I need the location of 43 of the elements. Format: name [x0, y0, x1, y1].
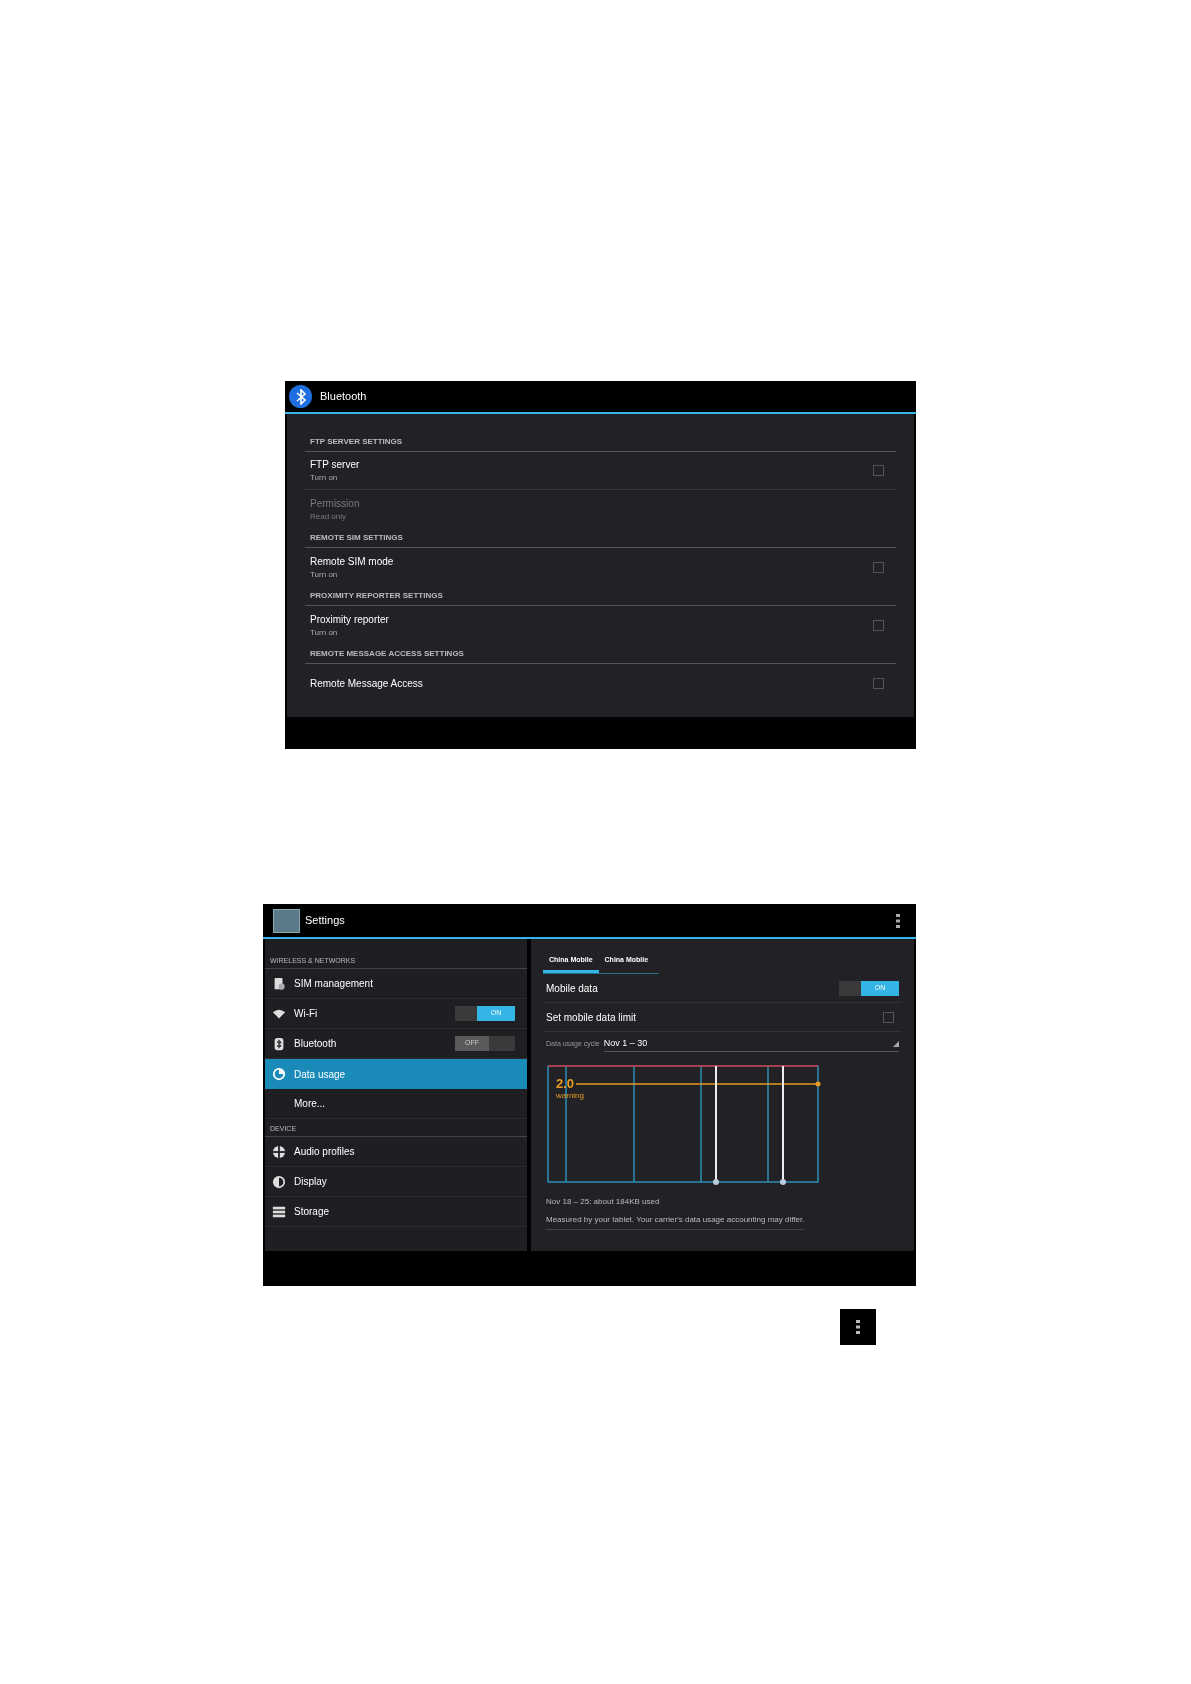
window-title: Settings — [305, 913, 346, 929]
checkbox[interactable] — [873, 619, 884, 631]
pie-chart-icon — [272, 1067, 286, 1081]
overflow-menu-icon[interactable] — [896, 913, 900, 928]
sidebar-item[interactable]: Display — [265, 1167, 527, 1197]
setting-subtitle: Read only — [310, 510, 348, 523]
note-text: Measured by your tablet. Your carrier's data usage accounting may differ. — [546, 1214, 805, 1230]
cycle-dropdown[interactable]: Nov 1 – 30 — [603, 1036, 899, 1052]
setting-title: Remote Message Access — [310, 676, 423, 691]
sidebar-item[interactable]: Data usage — [265, 1059, 527, 1089]
section-header: PROXIMITY REPORTER SETTINGS — [310, 590, 443, 602]
warning-value: 2.0 — [556, 1075, 575, 1093]
setting-title: Proximity reporter — [310, 612, 389, 627]
setting-subtitle: Turn on — [310, 568, 339, 581]
sim-card-icon — [272, 976, 286, 991]
display-icon — [272, 1174, 286, 1189]
bluetooth-icon — [272, 1036, 286, 1051]
window-title: Bluetooth — [320, 389, 367, 405]
bluetooth-icon — [289, 385, 312, 408]
setting-title: Mobile data — [546, 981, 598, 996]
usage-text: Nov 18 – 25: about 184KB used — [546, 1196, 661, 1208]
storage-icon — [272, 1204, 286, 1219]
sidebar-item[interactable]: More... — [265, 1089, 527, 1119]
settings-app-icon — [273, 908, 300, 933]
setting-title: Set mobile data limit — [546, 1010, 637, 1025]
checkbox[interactable] — [873, 465, 884, 476]
warning-label: warning — [556, 1090, 584, 1102]
section-header: FTP SERVER SETTINGS — [310, 436, 403, 448]
checkbox[interactable] — [883, 1011, 894, 1023]
overflow-menu-icon — [840, 1309, 876, 1345]
setting-subtitle: Turn on — [310, 472, 339, 484]
section-header: REMOTE MESSAGE ACCESS SETTINGS — [310, 648, 464, 660]
checkbox[interactable] — [873, 677, 884, 689]
sidebar-item[interactable]: SIM management — [265, 969, 527, 999]
sidebar-item[interactable]: Audio profiles — [265, 1137, 527, 1167]
sidebar-item[interactable]: Storage — [265, 1197, 527, 1227]
setting-title: Remote SIM mode — [310, 554, 394, 569]
setting-title: Permission — [310, 496, 360, 511]
section-header: REMOTE SIM SETTINGS — [310, 532, 403, 544]
setting-subtitle: Turn on — [310, 626, 339, 639]
checkbox[interactable] — [873, 561, 884, 573]
audio-icon — [272, 1144, 286, 1159]
setting-title: FTP server — [310, 458, 360, 472]
